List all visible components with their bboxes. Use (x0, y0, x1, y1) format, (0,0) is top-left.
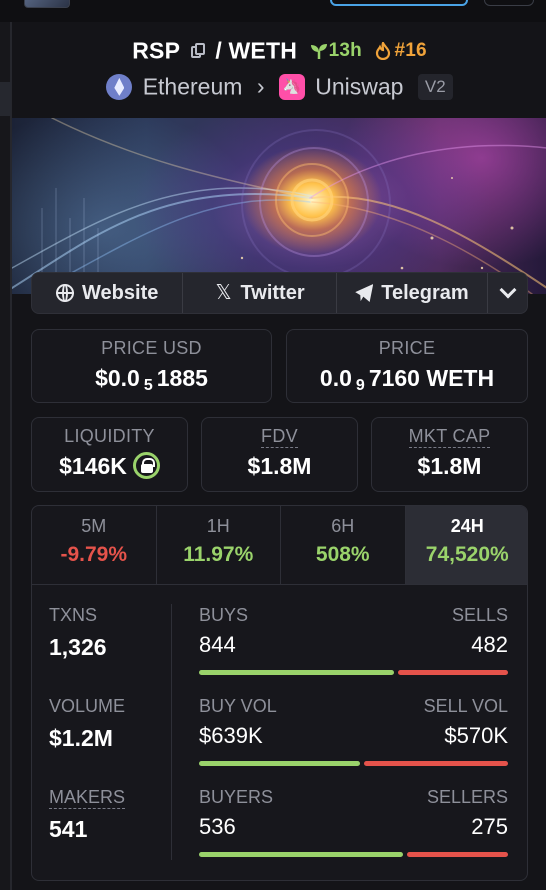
twitter-label: Twitter (240, 281, 305, 304)
top-strip (0, 0, 546, 22)
sellers-bar (407, 852, 508, 857)
buys-sells-ratio-bar (199, 670, 508, 675)
telegram-link[interactable]: Telegram (337, 273, 489, 313)
sell-vol-bar (364, 761, 508, 766)
chevron-down-icon (499, 281, 517, 299)
chevron-right-icon: › (256, 73, 265, 100)
txns-stat: TXNS 1,326 (49, 605, 169, 661)
copy-icon[interactable] (190, 42, 205, 59)
token-thumbnail[interactable] (24, 0, 70, 8)
sell-vol-value: $570K (444, 723, 508, 748)
sells-bar (398, 670, 508, 675)
liquidity-card: LIQUIDITY $146K (31, 417, 188, 492)
uniswap-icon: 🦄 (278, 73, 305, 100)
market-cap-value: $1.8M (417, 453, 482, 479)
buy-vol-value: $639K (199, 723, 263, 748)
pair-age: 13h (328, 39, 362, 61)
sellers-value: 275 (471, 814, 508, 839)
ethereum-icon (106, 73, 133, 100)
more-links-button[interactable] (488, 273, 527, 313)
price-native-value: 0.0 9 7160 WETH (319, 365, 495, 394)
buy-vol-bar (199, 761, 360, 766)
market-cap-card: MKT CAP $1.8M (371, 417, 528, 492)
header-action-button[interactable] (330, 0, 468, 6)
lock-icon[interactable] (132, 452, 160, 480)
website-link[interactable]: Website (32, 273, 184, 313)
market-cap-label[interactable]: MKT CAP (408, 426, 491, 448)
pair-info-panel: RSP / WETH 13h #16 Ethereum › 🦄 Uniswap … (11, 22, 546, 890)
timeframe-stats-box: 5M -9.79% 1H 11.97% 6H 508% 24H 74,520% … (31, 505, 528, 881)
volume-value: $1.2M (49, 725, 113, 751)
change-1h: 11.97% (183, 543, 254, 566)
twitter-link[interactable]: 𝕏 Twitter (183, 273, 337, 313)
liquidity-label: LIQUIDITY (64, 426, 155, 446)
x-logo-icon: 𝕏 (215, 282, 232, 304)
change-5m: -9.79% (60, 543, 128, 566)
left-panel-marker (0, 82, 11, 116)
buys-sells-stat: BUYS SELLS 844 482 (199, 605, 508, 675)
volume-ratio-bar (199, 761, 508, 766)
fdv-card: FDV $1.8M (201, 417, 358, 492)
buyers-ratio-bar (199, 852, 508, 857)
volume-label: VOLUME (49, 696, 126, 716)
txns-value: 1,326 (49, 634, 107, 660)
change-6h: 508% (315, 543, 370, 566)
sells-value: 482 (471, 632, 508, 657)
telegram-label: Telegram (381, 281, 469, 304)
buyers-value: 536 (199, 814, 236, 839)
makers-stat: MAKERS 541 (49, 787, 169, 843)
sells-label: SELLS (451, 605, 508, 625)
tab-5m[interactable]: 5M -9.79% (32, 506, 157, 584)
liquidity-value: $146K (32, 452, 187, 480)
pair-age-badge: 13h (310, 40, 368, 61)
dex-version-badge: V2 (417, 73, 453, 100)
pair-title: RSP / WETH 13h #16 (12, 36, 546, 64)
pair-separator: / (215, 37, 222, 64)
banner-art (12, 118, 546, 294)
txns-label: TXNS (49, 605, 98, 625)
fdv-value: $1.8M (247, 453, 312, 479)
globe-icon (56, 284, 75, 302)
sell-vol-label: SELL VOL (423, 696, 508, 716)
buys-label: BUYS (199, 605, 249, 625)
buy-sell-volume-stat: BUY VOL SELL VOL $639K $570K (199, 696, 508, 766)
chain-dex-line: Ethereum › 🦄 Uniswap V2 (12, 72, 546, 100)
seedling-icon (310, 43, 327, 59)
buys-bar (199, 670, 394, 675)
volume-stat: VOLUME $1.2M (49, 696, 169, 752)
price-native-label: PRICE (378, 338, 436, 358)
social-links-bar: Website 𝕏 Twitter Telegram (31, 272, 528, 314)
price-usd-label: PRICE USD (101, 338, 202, 358)
price-usd-value: $0.0 5 1885 (95, 365, 208, 394)
trending-rank: #16 (394, 39, 427, 61)
sellers-label: SELLERS (426, 787, 508, 807)
tab-6h[interactable]: 6H 508% (281, 506, 406, 584)
telegram-icon (355, 284, 374, 302)
tab-24h[interactable]: 24H 74,520% (405, 506, 527, 584)
tab-1h[interactable]: 1H 11.97% (157, 506, 281, 584)
token-banner-image (12, 118, 546, 294)
website-label: Website (82, 281, 159, 304)
price-native-card: PRICE 0.0 9 7160 WETH (286, 329, 528, 403)
buy-vol-label: BUY VOL (199, 696, 277, 716)
buyers-bar (199, 852, 403, 857)
buyers-sellers-stat: BUYERS SELLERS 536 275 (199, 787, 508, 857)
buyers-label: BUYERS (199, 787, 274, 807)
left-panel-edge (0, 22, 11, 890)
fdv-label[interactable]: FDV (261, 426, 298, 448)
makers-value: 541 (49, 816, 88, 842)
price-usd-card: PRICE USD $0.0 5 1885 (31, 329, 272, 403)
header-menu-button[interactable] (484, 0, 534, 6)
stats-divider (171, 604, 172, 860)
quote-token-symbol: WETH (228, 37, 298, 64)
dex-name[interactable]: Uniswap (315, 73, 403, 99)
chain-name[interactable]: Ethereum (143, 73, 243, 99)
timeframe-tabs: 5M -9.79% 1H 11.97% 6H 508% 24H 74,520% (32, 506, 527, 585)
flame-icon (376, 40, 391, 61)
change-24h: 74,520% (425, 543, 509, 566)
trending-rank-badge: #16 (375, 39, 427, 61)
base-token-symbol: RSP (132, 37, 181, 64)
buys-value: 844 (199, 632, 236, 657)
makers-label[interactable]: MAKERS (49, 787, 126, 809)
